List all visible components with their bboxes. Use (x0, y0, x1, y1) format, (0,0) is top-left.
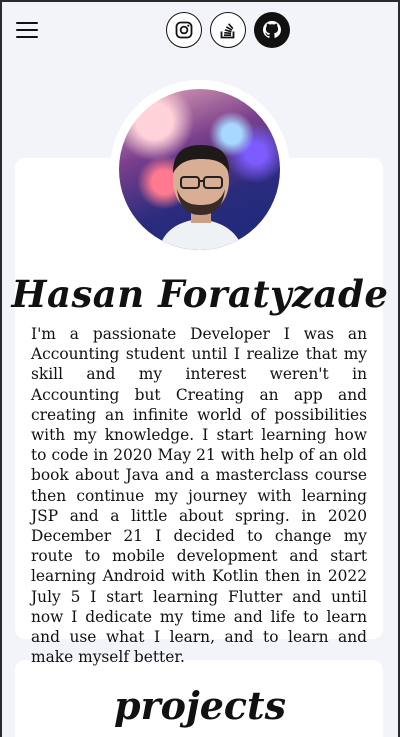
avatar (119, 89, 280, 250)
instagram-icon[interactable] (166, 12, 202, 48)
profile-bio: I'm a passionate Developer I was an Acco… (31, 325, 367, 667)
top-bar (0, 0, 400, 62)
stackoverflow-icon[interactable] (210, 12, 246, 48)
github-icon[interactable] (254, 12, 290, 48)
menu-icon[interactable] (16, 22, 38, 38)
social-links (166, 12, 290, 48)
profile-name: Hasan Foratyzade (11, 272, 389, 316)
projects-heading: projects (114, 683, 286, 728)
